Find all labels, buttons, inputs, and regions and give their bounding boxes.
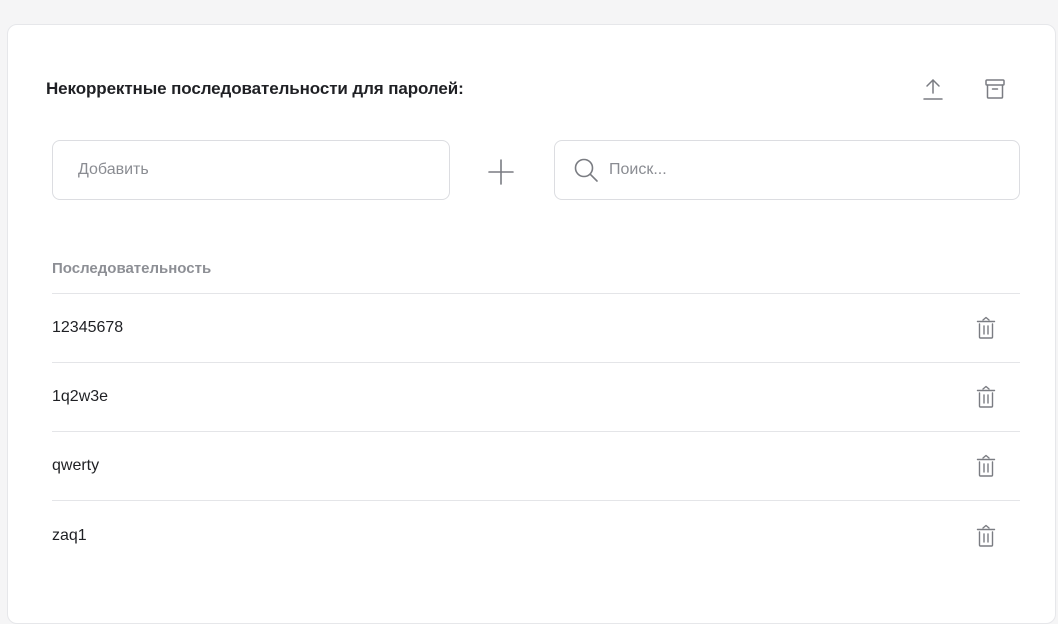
delete-button[interactable] (974, 316, 998, 340)
table-row: qwerty (52, 432, 1020, 501)
table-row: 1q2w3e (52, 363, 1020, 432)
sequence-value: 12345678 (52, 319, 124, 336)
column-header-sequence: Последовательность (52, 260, 212, 277)
delete-button[interactable] (974, 385, 998, 409)
table-header: Последовательность (52, 244, 1020, 294)
panel-title: Некорректные последовательности для паро… (46, 79, 464, 98)
search-icon (574, 158, 598, 182)
search-input[interactable] (607, 160, 1019, 180)
search-field[interactable] (554, 140, 1020, 200)
archive-button[interactable] (983, 77, 1007, 101)
header-actions (921, 77, 1007, 101)
delete-button[interactable] (974, 454, 998, 478)
trash-icon (976, 454, 996, 477)
table-row: 12345678 (52, 294, 1020, 363)
delete-button[interactable] (974, 524, 998, 548)
add-sequence-field[interactable] (52, 140, 450, 200)
trash-icon (976, 316, 996, 339)
archive-icon (985, 79, 1005, 99)
add-button[interactable] (485, 156, 517, 188)
sequence-value: zaq1 (52, 526, 87, 544)
upload-icon (923, 79, 943, 100)
sequence-value: 1q2w3e (52, 388, 109, 405)
sequence-value: qwerty (52, 457, 100, 474)
upload-button[interactable] (921, 77, 945, 101)
panel-header: Некорректные последовательности для паро… (46, 77, 1009, 101)
plus-icon (488, 159, 514, 185)
trash-icon (976, 385, 996, 408)
table-row: zaq1 (52, 501, 1020, 570)
sequences-table: Последовательность 12345678 1q2w3e qwert… (52, 244, 1020, 570)
add-sequence-input[interactable] (76, 160, 449, 180)
trash-icon (976, 524, 996, 547)
